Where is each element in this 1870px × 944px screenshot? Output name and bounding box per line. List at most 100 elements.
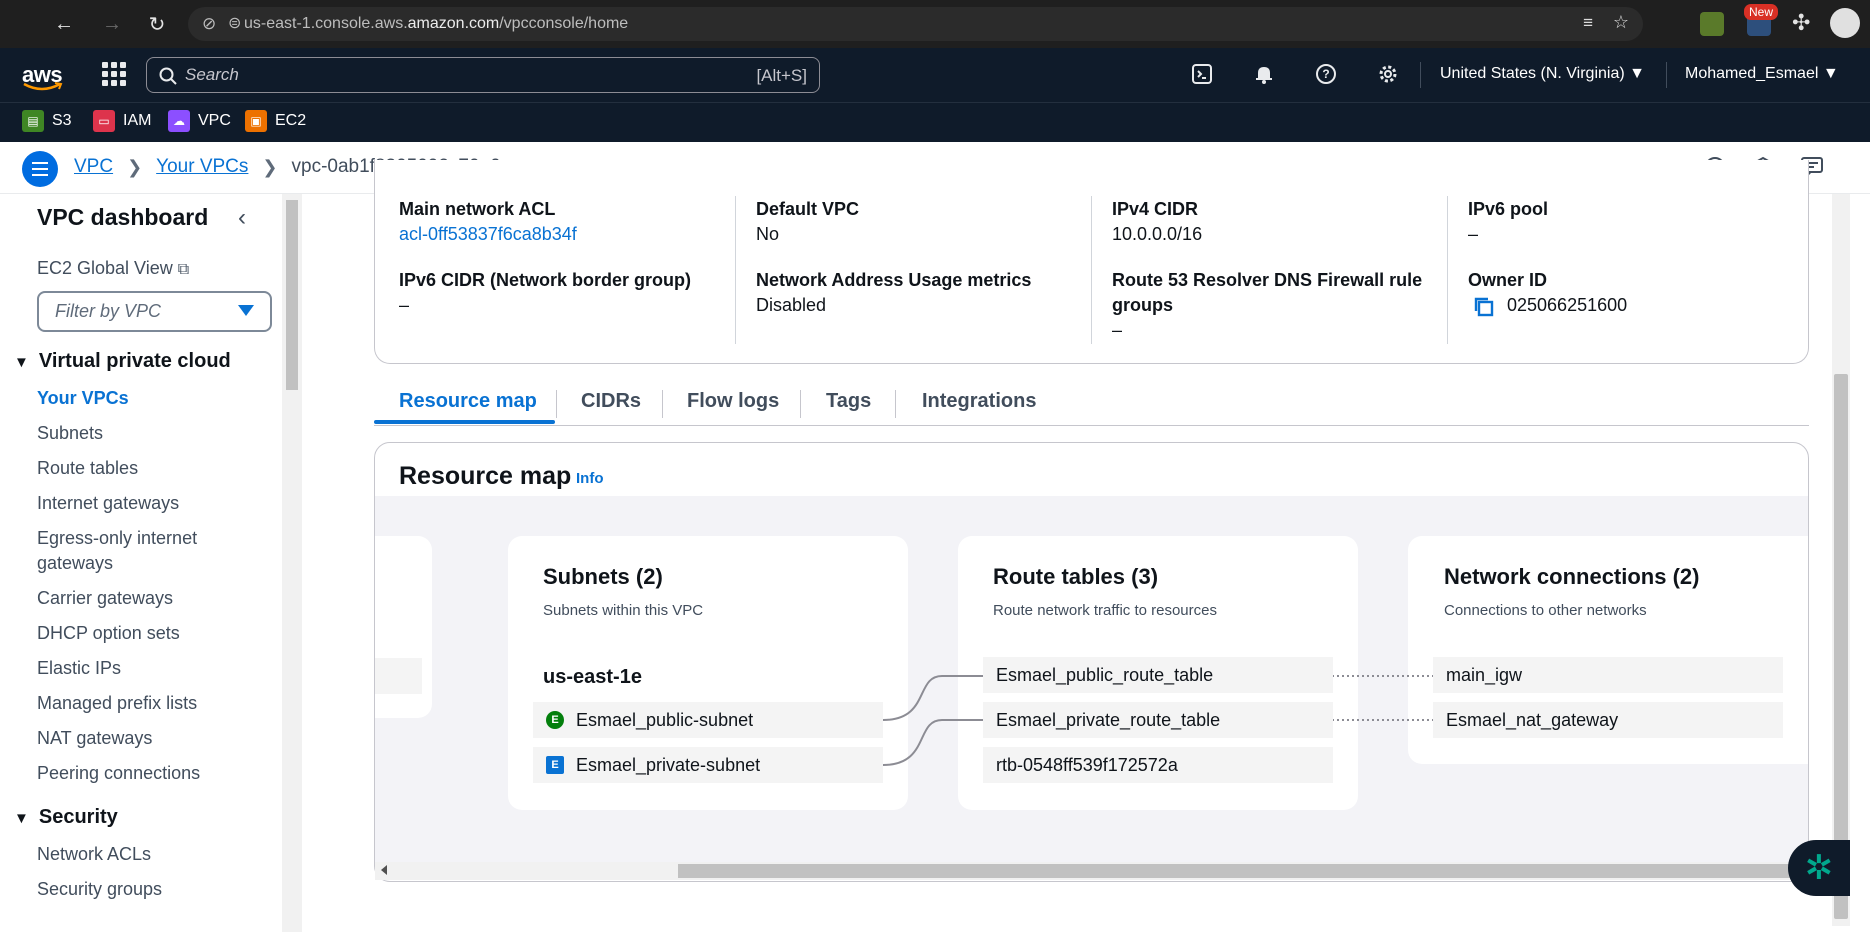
- network-connections-subtitle: Connections to other networks: [1444, 602, 1647, 619]
- sidebar-title[interactable]: VPC dashboard: [37, 204, 208, 231]
- sidebar-scrollbar[interactable]: [282, 194, 302, 932]
- avatar[interactable]: [1830, 8, 1860, 38]
- main-scrollbar[interactable]: [1832, 194, 1850, 926]
- favorite-iam[interactable]: ▭ IAM: [93, 110, 151, 132]
- search-icon: [159, 67, 177, 85]
- subnet-private-icon: E: [546, 756, 564, 774]
- scrollbar-thumb[interactable]: [678, 864, 1831, 878]
- sidebar-item-managed-prefix-lists[interactable]: Managed prefix lists: [37, 691, 197, 716]
- default-vpc-label: Default VPC: [756, 199, 860, 219]
- filter-by-vpc-select[interactable]: Filter by VPC: [37, 291, 272, 332]
- main-network-acl-link[interactable]: acl-0ff53837f6ca8b34f: [399, 222, 577, 247]
- lock-icon: ⊜: [228, 15, 242, 32]
- caret-down-icon: ▼: [14, 810, 29, 827]
- tab-cidrs[interactable]: CIDRs: [581, 390, 641, 413]
- route53-firewall-label-line2: groups: [1112, 295, 1173, 315]
- resource-map-horizontal-scrollbar[interactable]: [375, 862, 1831, 880]
- external-link-icon: ⧉: [177, 261, 190, 278]
- sidebar-item-peering-connections[interactable]: Peering connections: [37, 761, 200, 786]
- ipv6-cidr-value: –: [399, 295, 410, 315]
- new-badge: New: [1744, 4, 1779, 20]
- sidebar-item-network-acls[interactable]: Network ACLs: [37, 842, 151, 867]
- network-connection-item[interactable]: Esmael_nat_gateway: [1433, 702, 1783, 738]
- nau-metrics-value: Disabled: [756, 295, 827, 315]
- region-selector[interactable]: United States (N. Virginia) ▼: [1440, 65, 1645, 83]
- tab-tags[interactable]: Tags: [826, 390, 871, 413]
- sidebar-item-internet-gateways[interactable]: Internet gateways: [37, 491, 179, 516]
- svg-text:?: ?: [1322, 67, 1329, 81]
- site-info-icon[interactable]: ⊘: [202, 14, 216, 34]
- scroll-left-arrow-icon[interactable]: [381, 865, 387, 875]
- sidebar-item-subnets[interactable]: Subnets: [37, 421, 103, 446]
- owner-id-value: 025066251600: [1507, 295, 1628, 315]
- puzzle-icon[interactable]: ✣: [1792, 10, 1810, 36]
- nau-metrics-label: Network Address Usage metrics: [756, 270, 1032, 290]
- route-table-item[interactable]: rtb-0548ff539f172572a: [983, 747, 1333, 783]
- info-link[interactable]: Info: [576, 470, 604, 487]
- sidebar-group-security[interactable]: ▼ Security: [14, 806, 118, 829]
- favorite-s3[interactable]: ▤ S3: [22, 110, 72, 132]
- side-nav-toggle-button[interactable]: [22, 151, 58, 187]
- tab-flow-logs[interactable]: Flow logs: [687, 390, 779, 413]
- favorite-ec2[interactable]: ▣ EC2: [245, 110, 306, 132]
- back-icon[interactable]: ←: [50, 10, 78, 38]
- settings-gear-icon[interactable]: [1376, 62, 1400, 86]
- resource-map-title: Resource map: [399, 462, 572, 490]
- sidebar-group-virtual-private-cloud[interactable]: ▼ Virtual private cloud: [14, 350, 231, 373]
- tab-divider: [662, 390, 663, 418]
- scrollbar-thumb[interactable]: [1834, 374, 1848, 919]
- address-bar[interactable]: ⊘ ⊜ us-east-1.console.aws.amazon.com/vpc…: [188, 7, 1643, 41]
- breadcrumb-vpc[interactable]: VPC: [74, 156, 113, 178]
- reload-icon[interactable]: ↻: [143, 10, 171, 38]
- ipv4-cidr-label: IPv4 CIDR: [1112, 199, 1199, 219]
- route-table-item[interactable]: Esmael_public_route_table: [983, 657, 1333, 693]
- ipv6-cidr-label: IPv6 CIDR (Network border group): [399, 270, 692, 290]
- account-menu[interactable]: Mohamed_Esmael ▼: [1685, 65, 1839, 83]
- subnet-item[interactable]: E Esmael_private-subnet: [533, 747, 883, 783]
- subnet-item[interactable]: E Esmael_public-subnet: [533, 702, 883, 738]
- owner-id-label: Owner ID: [1468, 270, 1548, 290]
- sidebar-item-dhcp-option-sets[interactable]: DHCP option sets: [37, 621, 180, 646]
- divider: [1420, 62, 1421, 88]
- chevron-right-icon: ❯: [127, 156, 143, 177]
- scrollbar-thumb[interactable]: [286, 200, 298, 390]
- reader-mode-icon[interactable]: ≡: [1583, 13, 1593, 33]
- help-icon[interactable]: ?: [1314, 62, 1338, 86]
- copy-icon[interactable]: [1473, 296, 1495, 318]
- favorite-vpc[interactable]: ☁ VPC: [168, 110, 231, 132]
- cloudshell-icon[interactable]: [1190, 62, 1214, 86]
- network-connection-item[interactable]: main_igw: [1433, 657, 1783, 693]
- services-menu-icon[interactable]: [102, 62, 126, 86]
- tab-resource-map[interactable]: Resource map: [399, 390, 537, 413]
- chevron-right-icon: ❯: [262, 156, 278, 177]
- sidebar-item-security-groups[interactable]: Security groups: [37, 877, 162, 902]
- sidebar-item-route-tables[interactable]: Route tables: [37, 456, 138, 481]
- bookmark-icon[interactable]: ☆: [1613, 12, 1629, 33]
- vpc-icon: ☁: [168, 110, 190, 132]
- ipv4-cidr-value: 10.0.0.0/16: [1112, 224, 1203, 244]
- caret-down-icon: ▼: [14, 354, 29, 371]
- amazon-q-button[interactable]: ✲: [1788, 840, 1850, 896]
- chevron-left-icon[interactable]: ‹: [238, 204, 246, 232]
- ipv6-pool-label: IPv6 pool: [1468, 199, 1549, 219]
- tab-integrations[interactable]: Integrations: [922, 390, 1036, 413]
- extension-icon[interactable]: [1700, 12, 1724, 36]
- breadcrumb-your-vpcs[interactable]: Your VPCs: [156, 156, 248, 178]
- divider: [1666, 62, 1667, 88]
- subnet-public-icon: E: [546, 711, 564, 729]
- route-table-item[interactable]: Esmael_private_route_table: [983, 702, 1333, 738]
- sidebar-item-ec2-global-view[interactable]: EC2 Global View ⧉: [37, 256, 189, 282]
- sidebar-item-egress-only-internet-gateways[interactable]: Egress-only internet gateways: [37, 526, 237, 576]
- route-tables-subtitle: Route network traffic to resources: [993, 602, 1217, 619]
- sidebar-item-carrier-gateways[interactable]: Carrier gateways: [37, 586, 173, 611]
- search-input[interactable]: Search [Alt+S]: [146, 57, 820, 93]
- sidebar-item-your-vpcs[interactable]: Your VPCs: [37, 386, 129, 411]
- main-network-acl-label: Main network ACL: [399, 199, 556, 219]
- sidebar-item-elastic-ips[interactable]: Elastic IPs: [37, 656, 121, 681]
- forward-icon[interactable]: →: [98, 10, 126, 38]
- url-text: us-east-1.console.aws.amazon.com/vpccons…: [244, 15, 629, 32]
- subnets-title: Subnets (2): [543, 564, 663, 589]
- network-connections-title: Network connections (2): [1444, 564, 1700, 589]
- sidebar-item-nat-gateways[interactable]: NAT gateways: [37, 726, 152, 751]
- bell-icon[interactable]: [1252, 62, 1276, 86]
